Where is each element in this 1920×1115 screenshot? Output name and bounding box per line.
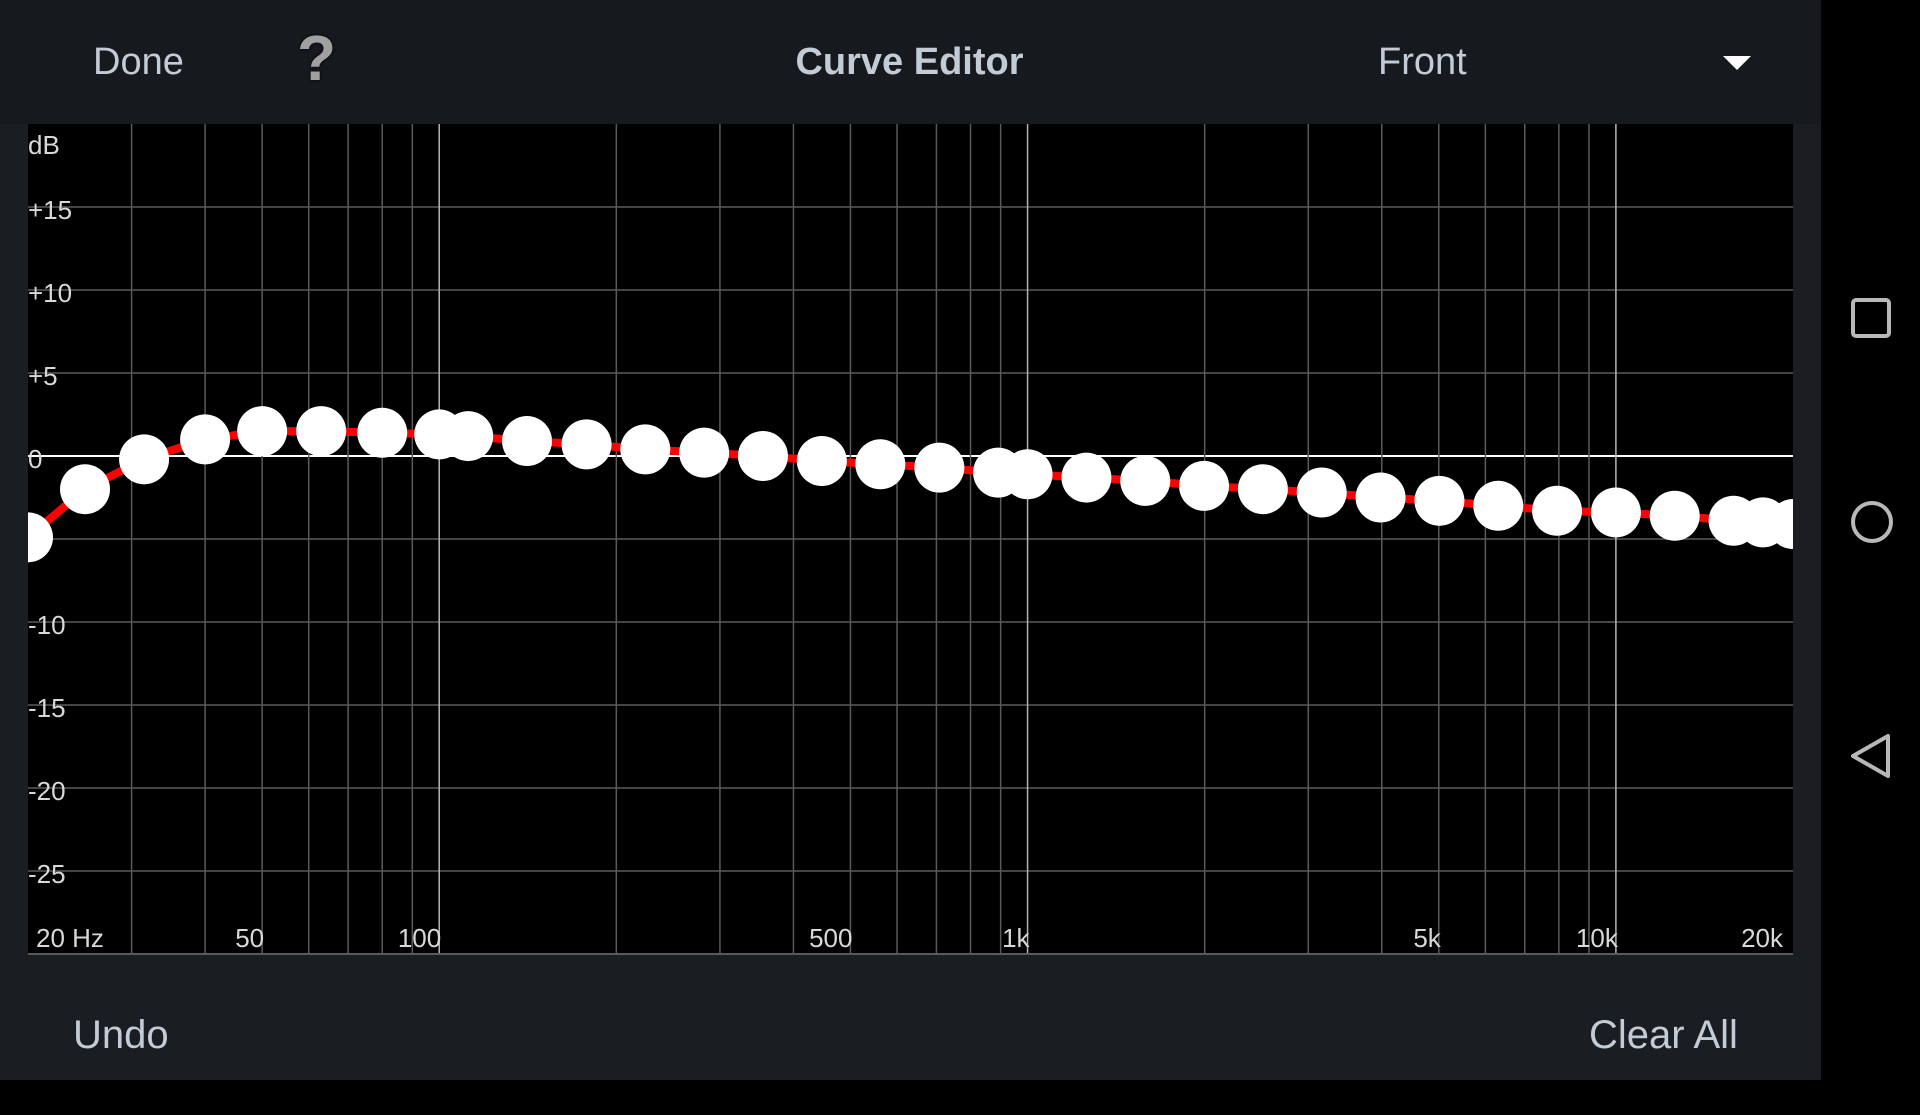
curve-point-handle[interactable] [1414, 475, 1465, 526]
curve-point-handle[interactable] [296, 406, 347, 457]
curve-point-handle[interactable] [60, 464, 111, 515]
curve-point-handle[interactable] [561, 419, 612, 470]
grid-layer [28, 124, 1793, 955]
curve-point-handle[interactable] [1179, 460, 1230, 511]
x-tick-label: 1k [1002, 923, 1030, 953]
curve-point-handle[interactable] [1355, 472, 1406, 523]
y-tick-label: -25 [28, 859, 66, 889]
curve-point-handle[interactable] [1002, 449, 1053, 500]
x-tick-label: 500 [809, 923, 852, 953]
curve-point-handle[interactable] [237, 406, 288, 457]
curve-point-handle[interactable] [180, 414, 231, 465]
curve-point-handle[interactable] [1532, 485, 1583, 536]
eq-curve-plot[interactable]: +15 +10 +5 0 -10 -15 -20 -25 dB 20 Hz 50 100 500 1k 5k… [28, 124, 1793, 955]
curve-point-handle[interactable] [1296, 467, 1347, 518]
x-tick-label: 10k [1576, 923, 1619, 953]
x-tick-label: 50 [235, 923, 264, 953]
curve-point-handle[interactable] [119, 434, 170, 485]
y-tick-label: -20 [28, 776, 66, 806]
eq-curve-line [28, 427, 1793, 542]
curve-point-handle[interactable] [1473, 480, 1524, 531]
home-circle-icon[interactable] [1850, 500, 1894, 544]
y-tick-label: 0 [28, 444, 42, 474]
recents-square-icon[interactable] [1850, 297, 1892, 339]
curve-layer [28, 427, 1793, 542]
curve-point-handle[interactable] [796, 435, 847, 486]
chevron-down-icon [1723, 56, 1751, 70]
footer-bar: Undo Clear All [0, 955, 1821, 1080]
y-tick-label: +5 [28, 361, 58, 391]
curve-point-handle[interactable] [1649, 490, 1700, 541]
eq-curve-svg[interactable]: +15 +10 +5 0 -10 -15 -20 -25 dB 20 Hz 50 100 500 1k 5k… [28, 124, 1793, 955]
x-tick-label: 20k [1741, 923, 1784, 953]
curve-point-handle[interactable] [1061, 452, 1112, 503]
y-tick-label: -15 [28, 693, 66, 723]
page-title: Curve Editor [795, 41, 1024, 83]
curve-point-handle[interactable] [914, 442, 965, 493]
y-tick-label: +15 [28, 195, 72, 225]
x-tick-label: 5k [1413, 923, 1441, 953]
curve-point-handle[interactable] [443, 411, 494, 462]
curve-editor-app: Done ? Curve Editor Front +15 +10 +5 0 -10 -1… [0, 0, 1821, 1080]
undo-button[interactable]: Undo [73, 955, 169, 1115]
y-axis-unit-label: dB [28, 130, 60, 160]
y-tick-label: -10 [28, 610, 66, 640]
x-tick-label: 20 Hz [36, 923, 104, 953]
x-tick-label: 100 [398, 923, 441, 953]
curve-point-handle[interactable] [737, 431, 788, 481]
back-triangle-icon[interactable] [1850, 733, 1892, 779]
axis-labels: +15 +10 +5 0 -10 -15 -20 -25 dB 20 Hz 50 100 500 1k 5k… [28, 130, 1784, 953]
curve-point-handle[interactable] [1120, 455, 1171, 506]
curve-point-handle[interactable] [855, 439, 906, 490]
channel-selected-value: Front [1378, 41, 1467, 83]
curve-point-handle[interactable] [679, 427, 730, 478]
header-bar: Done ? Curve Editor Front [0, 0, 1821, 124]
y-tick-label: +10 [28, 278, 72, 308]
curve-point-handle[interactable] [620, 424, 671, 475]
curve-point-handle[interactable] [502, 416, 553, 467]
clear-all-button[interactable]: Clear All [1589, 955, 1738, 1115]
curve-point-handle[interactable] [1237, 464, 1288, 515]
curve-point-handle[interactable] [1590, 487, 1641, 538]
channel-dropdown[interactable]: Front [1360, 0, 1760, 124]
android-nav-bar [1821, 0, 1920, 1080]
curve-point-handle[interactable] [357, 407, 408, 458]
